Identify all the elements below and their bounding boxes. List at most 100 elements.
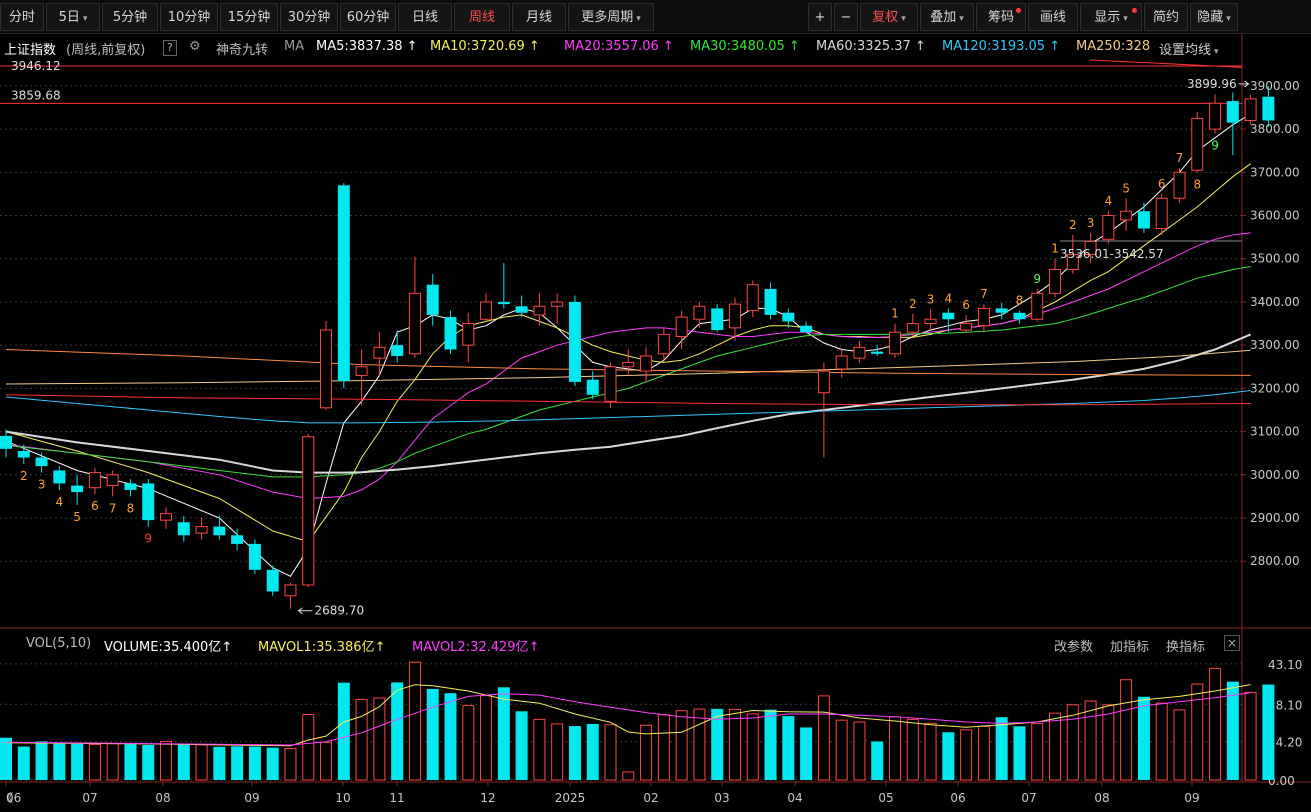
candle-body-down[interactable]	[142, 483, 155, 521]
candle-body-down[interactable]	[124, 483, 137, 490]
volume-bar-down[interactable]	[0, 737, 12, 780]
candle-body-up[interactable]	[657, 333, 670, 355]
candle-body-up[interactable]	[160, 513, 173, 521]
volume-bar-down[interactable]	[942, 732, 955, 780]
volume-bar-down[interactable]	[1137, 696, 1150, 780]
volume-bar-down[interactable]	[231, 746, 244, 780]
candle-body-down[interactable]	[515, 306, 528, 313]
volume-bar-up[interactable]	[533, 718, 546, 781]
volume-bar-up[interactable]	[1173, 709, 1186, 781]
volume-bar-up[interactable]	[160, 740, 173, 781]
candle-body-down[interactable]	[391, 345, 404, 356]
volume-bar-down[interactable]	[515, 711, 528, 780]
candle-body-down[interactable]	[35, 457, 48, 467]
candle-body-up[interactable]	[355, 366, 368, 376]
volume-bar-up[interactable]	[817, 695, 830, 781]
candle-body-up[interactable]	[302, 436, 315, 586]
candle-body-down[interactable]	[1262, 96, 1275, 121]
candle-body-up[interactable]	[1049, 269, 1062, 294]
candle-body-up[interactable]	[106, 474, 119, 487]
candle-body-up[interactable]	[906, 323, 919, 333]
candle-body-down[interactable]	[782, 312, 795, 322]
candle-body-up[interactable]	[746, 284, 759, 312]
volume-bar-down[interactable]	[35, 741, 48, 780]
candle-body-down[interactable]	[53, 470, 66, 484]
volume-bar-down[interactable]	[782, 716, 795, 780]
volume-bar-up[interactable]	[657, 714, 670, 781]
volume-bar-up[interactable]	[604, 724, 617, 781]
volume-bar-down[interactable]	[586, 723, 599, 780]
candle-body-up[interactable]	[693, 305, 706, 320]
candle-body-up[interactable]	[728, 303, 741, 329]
volume-bar-up[interactable]	[889, 716, 901, 781]
candle-body-down[interactable]	[337, 185, 350, 382]
candle-body-down[interactable]	[426, 284, 439, 315]
volume-bar-up[interactable]	[835, 719, 848, 781]
volume-bar-up[interactable]	[1244, 691, 1257, 781]
candle-body-up[interactable]	[88, 472, 101, 489]
volume-bar-up[interactable]	[924, 722, 937, 781]
candle-body-up[interactable]	[604, 366, 617, 402]
volume-bar-down[interactable]	[213, 746, 226, 780]
volume-bar-down[interactable]	[71, 743, 84, 780]
volume-bar-down[interactable]	[124, 744, 137, 780]
candle-body-up[interactable]	[853, 346, 866, 359]
candle-body-up[interactable]	[1120, 210, 1133, 221]
volume-bar-up[interactable]	[195, 744, 208, 781]
candle-body-up[interactable]	[835, 355, 848, 370]
volume-bar-up[interactable]	[693, 708, 706, 781]
candle-body-up[interactable]	[408, 292, 421, 355]
candle-body-down[interactable]	[231, 535, 244, 544]
candle-body-up[interactable]	[1244, 98, 1257, 121]
volume-bar-up[interactable]	[853, 721, 866, 781]
candle-body-down[interactable]	[568, 301, 581, 382]
candle-body-up[interactable]	[320, 329, 333, 409]
volume-bar-up[interactable]	[960, 729, 973, 781]
volume-bar-down[interactable]	[764, 709, 777, 780]
candle-body-up[interactable]	[462, 323, 475, 346]
scroll-left-icon[interactable]: 《	[1, 791, 13, 805]
volume-bar-down[interactable]	[1226, 681, 1239, 780]
candle-body-up[interactable]	[924, 318, 937, 325]
candle-body-up[interactable]	[889, 331, 901, 355]
candle-body-up[interactable]	[817, 370, 830, 394]
candle-body-down[interactable]	[1013, 312, 1026, 320]
candle-body-up[interactable]	[533, 305, 546, 316]
volume-bar-up[interactable]	[408, 661, 421, 781]
volume-bar-down[interactable]	[444, 693, 457, 780]
candle-body-down[interactable]	[17, 451, 30, 458]
volume-bar-down[interactable]	[391, 682, 404, 780]
candle-body-up[interactable]	[1155, 197, 1168, 230]
candle-body-up[interactable]	[480, 301, 493, 320]
volume-bar-up[interactable]	[302, 713, 315, 781]
candle-body-up[interactable]	[640, 355, 653, 372]
volume-bar-up[interactable]	[88, 743, 101, 781]
candle-body-up[interactable]	[675, 316, 688, 338]
candle-body-up[interactable]	[195, 526, 208, 534]
volume-bar-up[interactable]	[728, 708, 741, 781]
candle-body-up[interactable]	[622, 361, 635, 368]
volume-bar-up[interactable]	[106, 743, 119, 781]
volume-bar-down[interactable]	[497, 687, 510, 780]
volume-bar-down[interactable]	[17, 746, 30, 780]
candle-body-down[interactable]	[497, 301, 510, 305]
volume-bar-up[interactable]	[1120, 679, 1133, 781]
volume-bar-up[interactable]	[355, 698, 368, 781]
candle-body-down[interactable]	[248, 543, 261, 570]
volume-bar-up[interactable]	[906, 718, 919, 781]
candle-body-up[interactable]	[373, 346, 386, 359]
kline-chart[interactable]: 3900.00 3800.00 3700.00 3600.00 3500.00 3400.…	[0, 0, 1311, 812]
volume-bar-down[interactable]	[426, 688, 439, 780]
candle-body-up[interactable]	[1031, 292, 1044, 320]
candle-body-down[interactable]	[586, 379, 599, 395]
candle-body-down[interactable]	[995, 308, 1008, 313]
candle-body-up[interactable]	[977, 307, 990, 327]
candle-body-up[interactable]	[1102, 215, 1115, 240]
candle-body-down[interactable]	[213, 526, 226, 536]
candle-body-down[interactable]	[1226, 101, 1239, 123]
candle-body-down[interactable]	[71, 485, 84, 493]
volume-bar-down[interactable]	[1262, 684, 1275, 780]
candle-body-down[interactable]	[0, 435, 12, 449]
volume-bar-down[interactable]	[248, 746, 261, 780]
volume-bar-down[interactable]	[266, 747, 279, 780]
